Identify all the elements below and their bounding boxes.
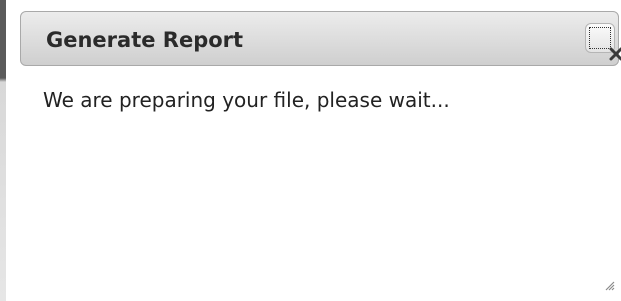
- close-button-focus-ring: [589, 27, 611, 49]
- dialog-title: Generate Report: [46, 28, 244, 52]
- close-icon: [609, 47, 621, 61]
- window-left-edge: [0, 0, 6, 301]
- dialog-titlebar[interactable]: Generate Report: [20, 11, 621, 66]
- dialog-message: We are preparing your file, please wait.…: [43, 88, 450, 112]
- close-button[interactable]: [585, 23, 621, 61]
- generate-report-dialog: Generate Report We are preparing your fi…: [8, 0, 621, 301]
- resize-grip-icon[interactable]: [604, 280, 615, 291]
